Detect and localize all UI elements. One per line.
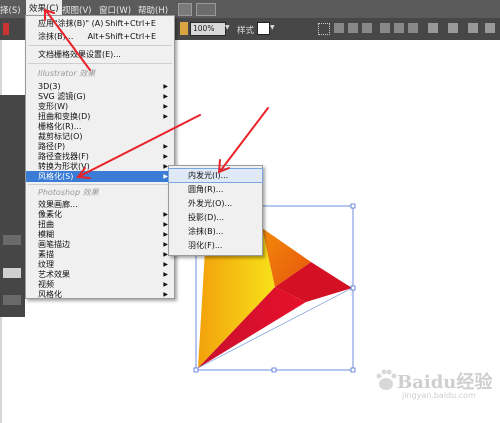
annotation-arrow-inner-glow	[220, 107, 269, 171]
baidu-watermark: Baidu经验 jingyan.baidu.com	[355, 360, 495, 410]
annotation-arrow-menu	[46, 11, 91, 71]
baidu-paw-icon	[376, 369, 397, 390]
annotation-arrow-stylize	[79, 114, 201, 177]
watermark-url: jingyan.baidu.com	[402, 391, 476, 400]
